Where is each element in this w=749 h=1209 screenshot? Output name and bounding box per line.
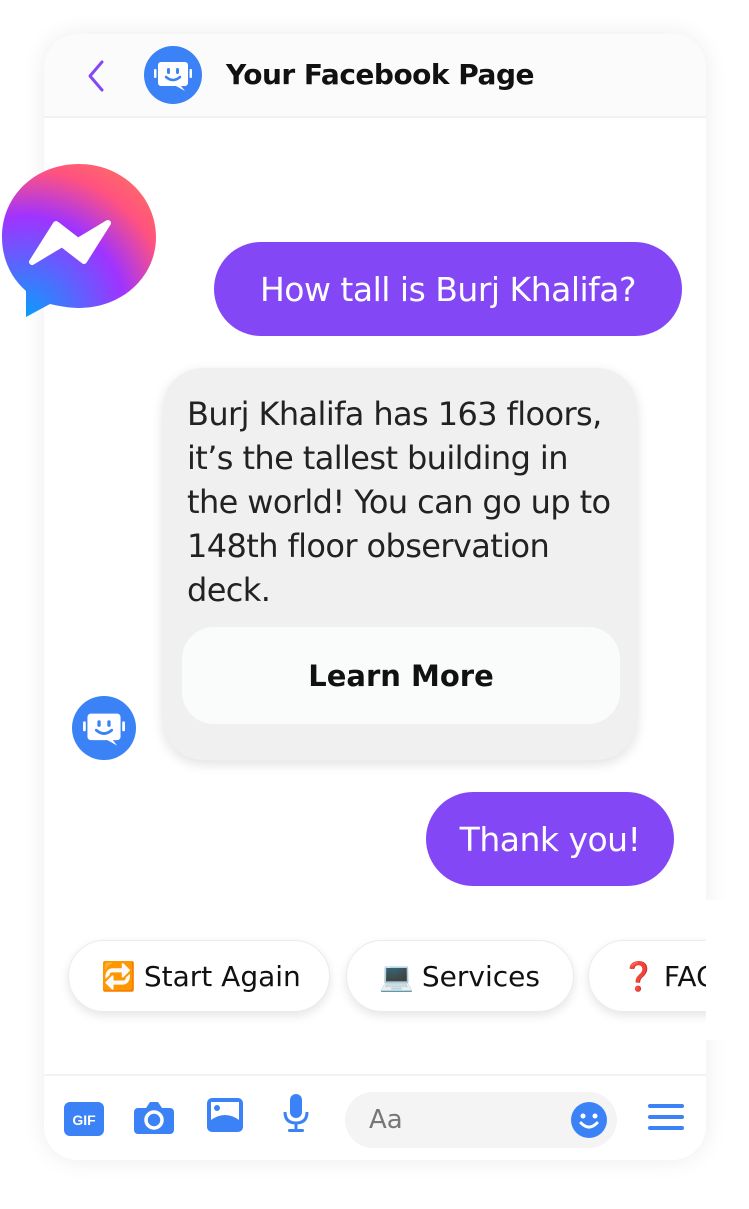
question-icon: ❓ [621, 959, 656, 993]
page-title: Your Facebook Page [226, 58, 534, 91]
camera-icon[interactable] [134, 1100, 174, 1136]
image-icon[interactable] [207, 1098, 243, 1132]
microphone-icon[interactable] [282, 1094, 310, 1134]
repeat-icon: 🔁 [101, 959, 136, 993]
user-message-bubble: Thank you! [426, 792, 674, 886]
scroll-edge [706, 900, 749, 1040]
quick-reply-start-again[interactable]: 🔁 Start Again [68, 940, 330, 1012]
quick-reply-label: Start Again [143, 959, 301, 993]
messenger-logo-icon [2, 164, 156, 317]
menu-icon[interactable] [648, 1104, 684, 1132]
gif-icon[interactable]: GIF [64, 1102, 104, 1136]
laptop-icon: 💻 [379, 959, 414, 993]
quick-reply-services[interactable]: 💻 Services [346, 940, 574, 1012]
chat-header: Your Facebook Page [44, 34, 706, 118]
bot-message-card: Burj Khalifa has 163 floors, it’s the ta… [163, 368, 637, 760]
quick-reply-label: Services [421, 959, 540, 993]
chevron-left-icon[interactable] [82, 56, 112, 96]
bot-avatar-icon [72, 696, 136, 760]
message-input[interactable]: Aa [345, 1092, 617, 1148]
composer-bar: GIF Aa [44, 1074, 706, 1160]
user-message-bubble: How tall is Burj Khalifa? [214, 242, 682, 336]
message-input-placeholder: Aa [369, 1105, 403, 1135]
learn-more-button[interactable]: Learn More [182, 627, 620, 724]
svg-text:GIF: GIF [72, 1112, 96, 1128]
bot-message-text: Burj Khalifa has 163 floors, it’s the ta… [187, 395, 611, 609]
emoji-icon[interactable] [571, 1102, 607, 1138]
bot-avatar-icon [144, 46, 202, 104]
